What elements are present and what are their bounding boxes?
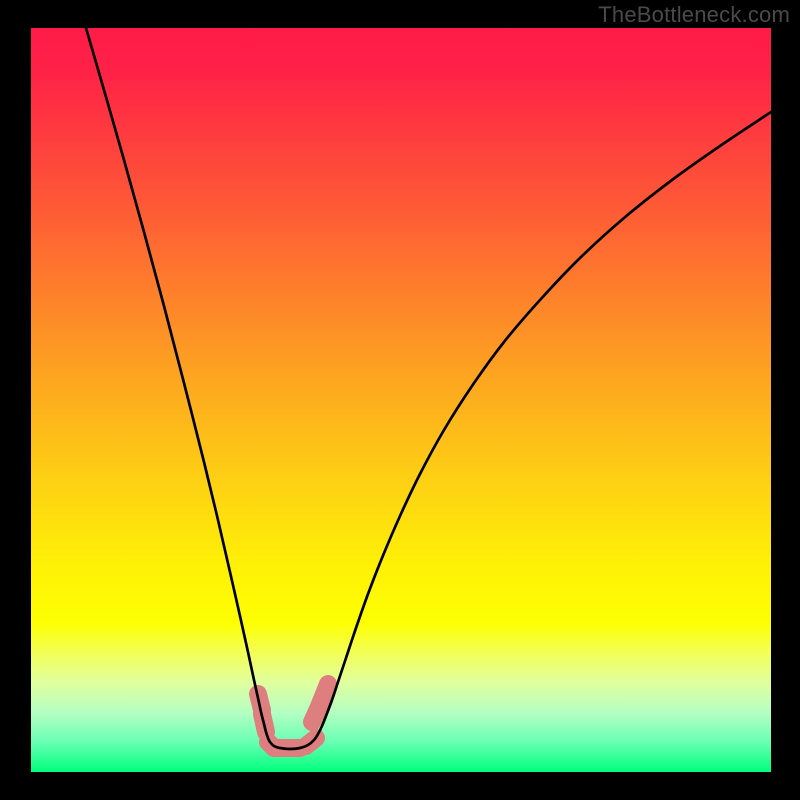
chart-canvas: [0, 0, 800, 800]
plot-background: [31, 28, 771, 772]
chart-frame: TheBottleneck.com: [0, 0, 800, 800]
marker-segment: [320, 684, 328, 704]
